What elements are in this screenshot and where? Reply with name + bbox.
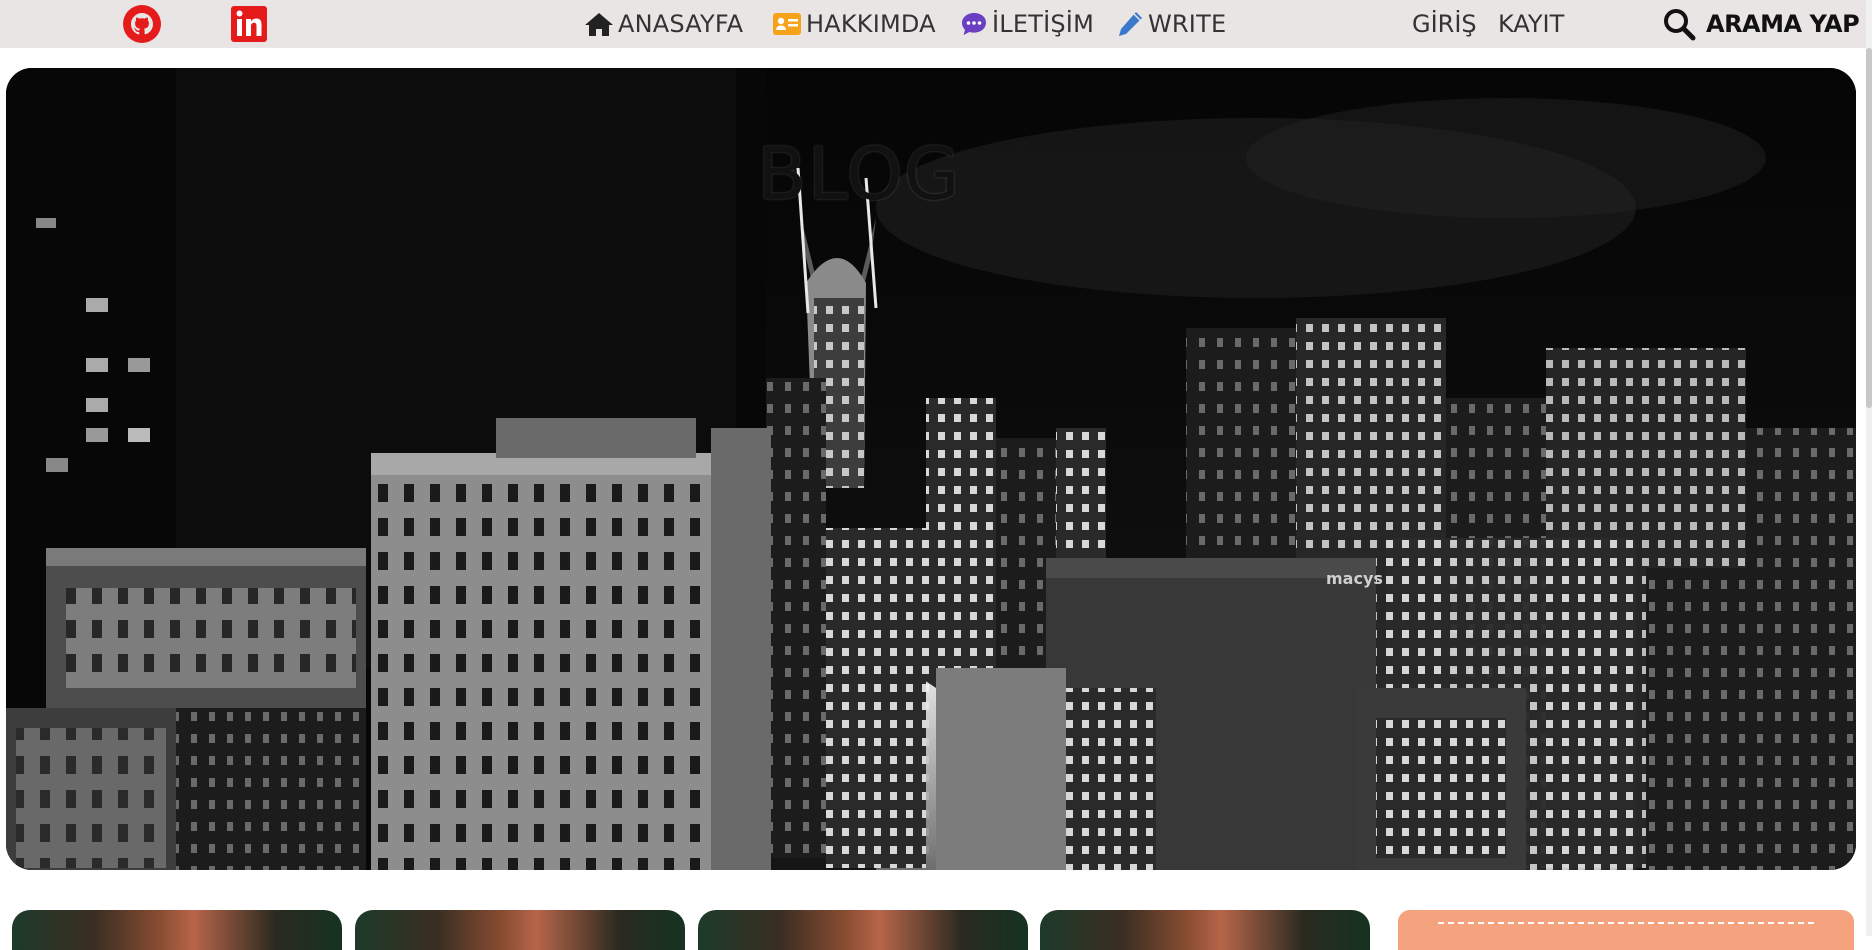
github-icon bbox=[123, 5, 161, 43]
search-label: ARAMA YAP bbox=[1706, 10, 1860, 38]
post-card[interactable] bbox=[12, 910, 342, 950]
nav-item-label: WRITE bbox=[1148, 10, 1227, 38]
nav-item-home[interactable]: ANASAYFA bbox=[584, 6, 743, 42]
register-link[interactable]: KAYIT bbox=[1498, 6, 1564, 42]
nav-item-label: HAKKIMDA bbox=[806, 10, 936, 38]
nav-item-label: ANASAYFA bbox=[618, 10, 744, 38]
post-card[interactable] bbox=[1040, 910, 1370, 950]
scrollbar[interactable] bbox=[1866, 0, 1872, 936]
divider bbox=[1438, 922, 1814, 924]
search-button[interactable]: ARAMA YAP bbox=[1662, 4, 1860, 44]
hero-title: BLOG bbox=[757, 132, 961, 216]
pen-icon bbox=[1116, 10, 1144, 38]
nav-item-write[interactable]: WRITE bbox=[1116, 6, 1226, 42]
nav-item-about[interactable]: HAKKIMDA bbox=[772, 6, 936, 42]
macys-sign: macys bbox=[1326, 569, 1383, 588]
hero-banner: macys BLOG bbox=[6, 68, 1856, 870]
github-link[interactable] bbox=[122, 4, 162, 48]
nav-item-label: İLETİŞİM bbox=[992, 10, 1094, 38]
post-card[interactable] bbox=[355, 910, 685, 950]
linkedin-icon bbox=[231, 6, 267, 42]
post-card[interactable] bbox=[698, 910, 1028, 950]
login-link[interactable]: GİRİŞ bbox=[1412, 6, 1477, 42]
sidebar-box bbox=[1398, 910, 1854, 950]
home-icon bbox=[584, 11, 614, 37]
linkedin-link[interactable] bbox=[230, 4, 268, 48]
top-navbar: ANASAYFA HAKKIMDA İLETİŞİM WRITE GİRİŞ K… bbox=[0, 0, 1866, 48]
search-icon bbox=[1664, 9, 1696, 41]
scrollbar-thumb[interactable] bbox=[1866, 48, 1872, 408]
nav-item-contact[interactable]: İLETİŞİM bbox=[960, 6, 1094, 42]
chat-icon bbox=[960, 11, 988, 37]
id-card-icon bbox=[772, 12, 802, 36]
